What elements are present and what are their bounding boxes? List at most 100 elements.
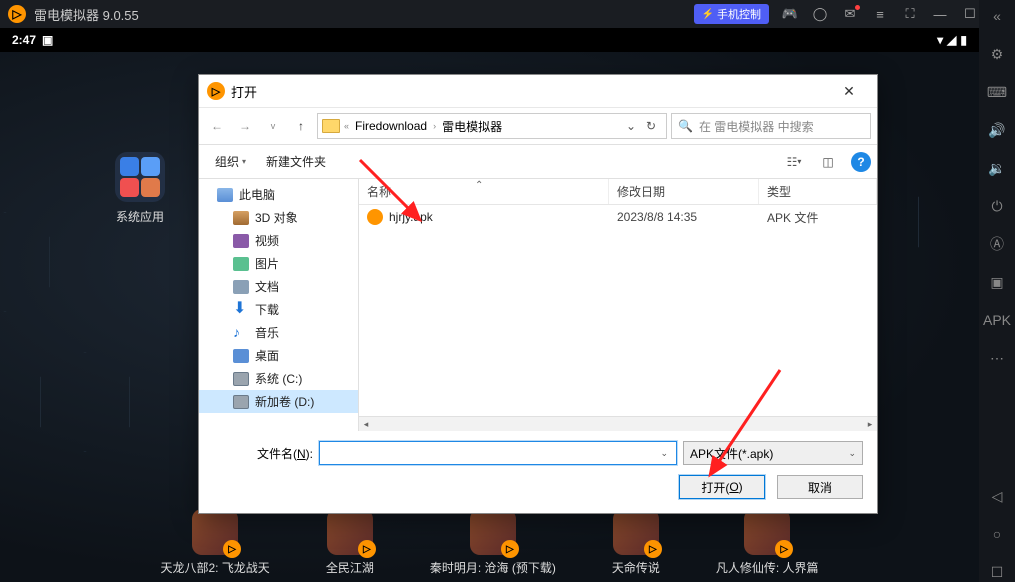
help-button[interactable]: ? — [851, 152, 871, 172]
nav-back-button[interactable]: ← — [205, 114, 229, 138]
tree-3d-objects[interactable]: 3D 对象 — [199, 206, 358, 229]
column-name[interactable]: 名称 — [359, 179, 609, 204]
app-title: 雷电模拟器 9.0.55 — [34, 5, 139, 24]
tree-this-pc[interactable]: 此电脑 — [199, 183, 358, 206]
filename-label: 文件名(N): — [213, 445, 313, 462]
file-open-dialog: ▷ 打开 ✕ ← → v ↑ « Firedownload › 雷电模拟器 ⌄ … — [198, 74, 878, 514]
nav-recent-dropdown[interactable]: v — [261, 114, 285, 138]
dialog-navigation: ← → v ↑ « Firedownload › 雷电模拟器 ⌄ ↻ 🔍 在 雷… — [199, 107, 877, 145]
search-icon: 🔍 — [678, 119, 693, 133]
address-dropdown-icon[interactable]: ⌄ — [626, 119, 636, 133]
new-folder-button[interactable]: 新建文件夹 — [256, 149, 336, 174]
scroll-right-icon[interactable]: ▸ — [863, 417, 877, 431]
maximize-icon[interactable]: ☐ — [963, 7, 977, 21]
more-icon[interactable]: ⋯ — [987, 348, 1007, 368]
chevron-icon: « — [344, 121, 349, 131]
dock-item[interactable]: ▷天命传说 — [612, 509, 660, 576]
chevron-down-icon: ⌄ — [848, 448, 856, 459]
dock-item[interactable]: ▷天龙八部2: 飞龙战天 — [160, 509, 269, 576]
apk-file-icon — [367, 209, 383, 225]
minimize-icon[interactable]: — — [933, 7, 947, 21]
recent-nav-icon[interactable]: ☐ — [987, 562, 1007, 582]
file-type: APK 文件 — [759, 209, 877, 226]
scroll-left-icon[interactable]: ◂ — [359, 417, 373, 431]
record-icon[interactable]: ▣ — [987, 272, 1007, 292]
refresh-icon[interactable]: Ⓐ — [987, 234, 1007, 254]
emulator-side-toolbar: « ⚙ ⌨ 🔊 🔉 ⏻ Ⓐ ▣ APK ⋯ ◁ ○ ☐ — [979, 0, 1015, 582]
status-time: 2:47 — [12, 33, 36, 47]
keyboard-icon[interactable]: ⌨ — [987, 82, 1007, 102]
user-icon[interactable]: ◯ — [813, 7, 827, 21]
dialog-toolbar: 组织▾ 新建文件夹 ☷ ▾ ◫ ? — [199, 145, 877, 179]
fullscreen-icon[interactable]: ⛶ — [903, 7, 917, 21]
dialog-titlebar: ▷ 打开 ✕ — [199, 75, 877, 107]
dock-label: 全民江湖 — [326, 559, 374, 576]
dock-item[interactable]: ▷秦时明月: 沧海 (预下载) — [430, 509, 556, 576]
column-date[interactable]: 修改日期 — [609, 179, 759, 204]
horizontal-scrollbar[interactable]: ◂ ▸ — [359, 416, 877, 431]
file-type-filter[interactable]: APK文件(*.apk)⌄ — [683, 441, 863, 465]
volume-up-icon[interactable]: 🔊 — [987, 120, 1007, 140]
bolt-icon: ⚡ — [702, 9, 714, 20]
breadcrumb-seg[interactable]: 雷电模拟器 — [440, 118, 504, 135]
phone-control-label: 手机控制 — [717, 6, 761, 22]
view-mode-button[interactable]: ☷ ▾ — [783, 152, 805, 172]
tree-pictures[interactable]: 图片 — [199, 252, 358, 275]
dock-label: 天命传说 — [612, 559, 660, 576]
dialog-close-button[interactable]: ✕ — [829, 78, 869, 104]
tree-drive-c[interactable]: 系统 (C:) — [199, 367, 358, 390]
address-bar[interactable]: « Firedownload › 雷电模拟器 ⌄ ↻ — [317, 113, 667, 139]
search-placeholder: 在 雷电模拟器 中搜索 — [699, 118, 814, 135]
tree-desktop[interactable]: 桌面 — [199, 344, 358, 367]
dialog-app-icon: ▷ — [207, 82, 225, 100]
dock-item[interactable]: ▷凡人修仙传: 人界篇 — [716, 509, 819, 576]
android-status-bar: 2:47 ▣ ▾ ◢ ▮ — [0, 28, 979, 52]
preview-pane-button[interactable]: ◫ — [817, 152, 839, 172]
volume-down-icon[interactable]: 🔉 — [987, 158, 1007, 178]
search-input[interactable]: 🔍 在 雷电模拟器 中搜索 — [671, 113, 871, 139]
file-row[interactable]: hjrjy.apk 2023/8/8 14:35 APK 文件 — [359, 205, 877, 229]
gamepad-icon[interactable]: 🎮 — [783, 7, 797, 21]
tree-documents[interactable]: 文档 — [199, 275, 358, 298]
power-icon[interactable]: ⏻ — [987, 196, 1007, 216]
filename-input[interactable]: ⌄ — [319, 441, 677, 465]
settings-icon[interactable]: ⚙ — [987, 44, 1007, 64]
back-nav-icon[interactable]: ◁ — [987, 486, 1007, 506]
nav-forward-button: → — [233, 114, 257, 138]
breadcrumb-seg[interactable]: Firedownload — [353, 119, 429, 133]
system-apps-folder[interactable]: 系统应用 — [110, 152, 170, 225]
organize-menu[interactable]: 组织▾ — [205, 149, 256, 174]
folder-tree[interactable]: 此电脑 3D 对象 视频 图片 文档 ⬇下载 ♪音乐 桌面 系统 (C:) 新加… — [199, 179, 359, 431]
sort-indicator-icon: ⌃ — [475, 180, 483, 191]
tree-music[interactable]: ♪音乐 — [199, 321, 358, 344]
cancel-button[interactable]: 取消 — [777, 475, 863, 499]
menu-icon[interactable]: ≡ — [873, 7, 887, 21]
refresh-icon[interactable]: ↻ — [646, 119, 662, 133]
dialog-footer: 文件名(N): ⌄ APK文件(*.apk)⌄ 打开(O) 取消 — [199, 431, 877, 513]
chevron-right-icon: › — [433, 121, 436, 131]
chevron-down-icon[interactable]: ⌄ — [656, 448, 672, 459]
app-logo-icon: ▷ — [8, 5, 26, 23]
app-dock: ▷天龙八部2: 飞龙战天 ▷全民江湖 ▷秦时明月: 沧海 (预下载) ▷天命传说… — [0, 509, 979, 576]
open-button[interactable]: 打开(O) — [679, 475, 765, 499]
file-date: 2023/8/8 14:35 — [609, 210, 759, 224]
file-list-header[interactable]: ⌃ 名称 修改日期 类型 — [359, 179, 877, 205]
file-list: ⌃ 名称 修改日期 类型 hjrjy.apk 2023/8/8 14:35 AP… — [359, 179, 877, 431]
column-type[interactable]: 类型 — [759, 179, 877, 204]
dialog-title: 打开 — [231, 82, 257, 101]
wifi-icon: ▾ — [937, 33, 943, 47]
dock-item[interactable]: ▷全民江湖 — [326, 509, 374, 576]
collapse-icon[interactable]: « — [987, 6, 1007, 26]
dock-label: 秦时明月: 沧海 (预下载) — [430, 559, 556, 576]
phone-control-button[interactable]: ⚡ 手机控制 — [694, 4, 769, 24]
emulator-titlebar: ▷ 雷电模拟器 9.0.55 ⚡ 手机控制 🎮 ◯ ✉ ≡ ⛶ — ☐ ✕ — [0, 0, 1015, 28]
folder-icon — [322, 119, 340, 133]
tree-videos[interactable]: 视频 — [199, 229, 358, 252]
battery-icon: ▮ — [960, 33, 967, 47]
apk-icon[interactable]: APK — [987, 310, 1007, 330]
tree-downloads[interactable]: ⬇下载 — [199, 298, 358, 321]
nav-up-button[interactable]: ↑ — [289, 114, 313, 138]
mail-icon[interactable]: ✉ — [843, 7, 857, 21]
tree-drive-d[interactable]: 新加卷 (D:) — [199, 390, 358, 413]
home-nav-icon[interactable]: ○ — [987, 524, 1007, 544]
